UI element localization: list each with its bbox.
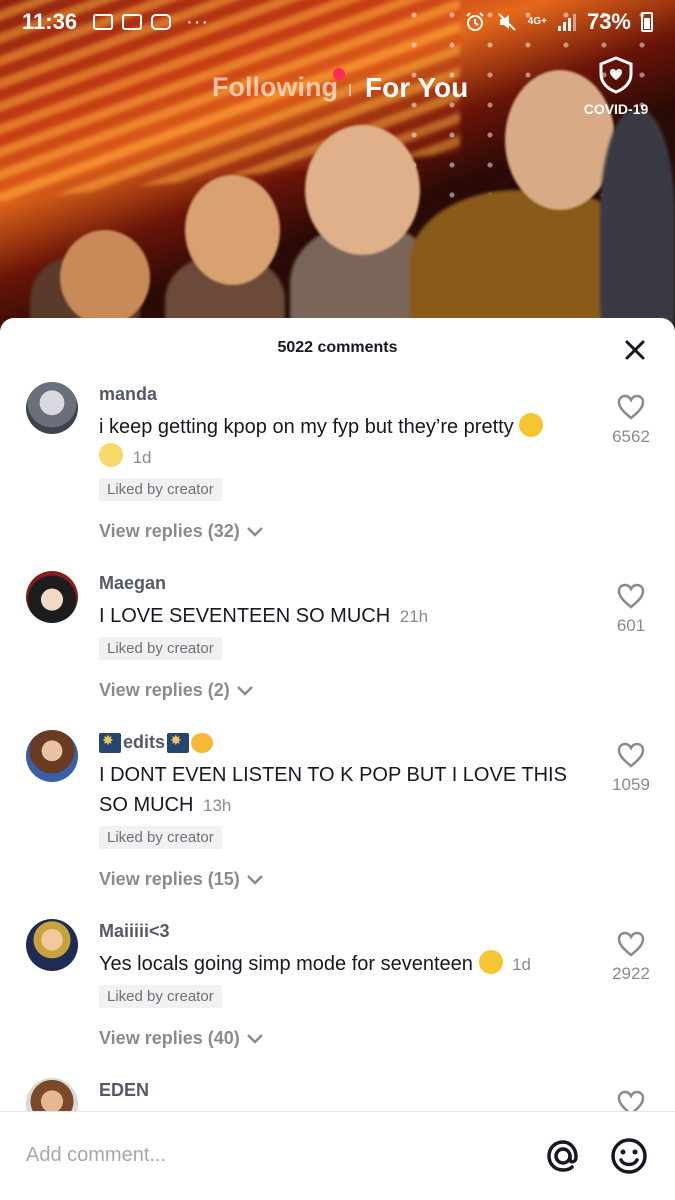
- winking-emoji-icon: [519, 413, 544, 437]
- performer-head: [185, 175, 280, 285]
- comment-body: Yes locals going simp mode for seventeen: [99, 953, 473, 975]
- image-icon: [93, 14, 114, 30]
- comment-body: i keep getting kpop on my fyp but they’r…: [99, 416, 514, 438]
- notification-icons: ···: [93, 11, 209, 34]
- comment-text: I LOVE SEVENTEEN SO MUCH 21h: [99, 601, 589, 632]
- comment-username[interactable]: EDEN: [99, 1080, 149, 1101]
- liked-by-creator-badge: Liked by creator: [99, 478, 222, 501]
- flushed-emoji-icon: [478, 950, 503, 974]
- heart-icon: [617, 394, 645, 420]
- fireworks-emoji-icon: [167, 732, 190, 753]
- comment-time: 1d: [132, 448, 152, 467]
- signal-icon: [557, 14, 576, 31]
- fireworks-emoji-icon: [99, 732, 121, 753]
- comment-username[interactable]: manda: [99, 384, 157, 405]
- comment-text: Yes locals going simp mode for seventeen…: [99, 949, 589, 980]
- at-icon[interactable]: [543, 1136, 583, 1176]
- performer-figure: [600, 110, 675, 340]
- heart-icon: [617, 583, 645, 609]
- performer-head: [60, 230, 150, 325]
- status-time: 11:36: [22, 9, 78, 34]
- comment-username-text: edits: [123, 732, 166, 752]
- avatar[interactable]: [26, 382, 78, 434]
- comment-item: manda i keep getting kpop on my fyp but …: [0, 380, 675, 569]
- comment-item: Maegan I LOVE SEVENTEEN SO MUCH 21h Like…: [0, 569, 675, 728]
- alarm-icon: [466, 12, 484, 31]
- like-count: 6562: [612, 427, 650, 446]
- mute-icon: [498, 13, 516, 31]
- view-replies-label: View replies (32): [99, 521, 240, 541]
- view-replies-label: View replies (40): [99, 1028, 240, 1048]
- comment-username[interactable]: edits: [99, 732, 214, 753]
- view-replies-label: View replies (2): [99, 680, 230, 700]
- chevron-down-icon: [246, 1033, 263, 1044]
- tab-divider: [349, 84, 351, 96]
- feed-nav: Following For You COVID-19: [0, 56, 675, 117]
- like-button[interactable]: 1059: [605, 742, 657, 795]
- comment-username[interactable]: Maiiiii<3: [99, 921, 170, 942]
- battery-percent: 73%: [586, 9, 631, 34]
- shield-icon: [599, 56, 633, 94]
- status-right: 4G+ 73%: [464, 9, 653, 35]
- network-label: 4G+: [527, 16, 547, 27]
- like-button[interactable]: 2922: [605, 931, 657, 984]
- comment-username[interactable]: Maegan: [99, 573, 166, 594]
- chevron-down-icon: [246, 874, 263, 885]
- grinning-emoji-icon: [99, 443, 123, 467]
- heart-eyes-cat-emoji-icon: [191, 732, 214, 753]
- view-replies-button[interactable]: View replies (32): [99, 521, 264, 542]
- comment-input-bar: Add comment...: [0, 1111, 675, 1200]
- like-button[interactable]: 601: [605, 583, 657, 636]
- heart-icon: [617, 931, 645, 957]
- comment-body: I LOVE SEVENTEEN SO MUCH: [99, 605, 391, 627]
- avatar[interactable]: [26, 919, 78, 971]
- emoji-icon[interactable]: [609, 1136, 649, 1176]
- comments-header: 5022 comments: [0, 318, 675, 380]
- view-replies-button[interactable]: View replies (40): [99, 1028, 264, 1049]
- tab-following[interactable]: Following: [212, 72, 338, 103]
- like-button[interactable]: 6562: [605, 394, 657, 447]
- comments-sheet: 5022 comments manda i keep getting kpop …: [0, 318, 675, 1200]
- mail-icon: [122, 14, 143, 30]
- comment-time: 1d: [512, 955, 531, 974]
- avatar[interactable]: [26, 571, 78, 623]
- chevron-down-icon: [246, 526, 263, 537]
- more-notifications-icon: ···: [186, 10, 210, 33]
- view-replies-button[interactable]: View replies (15): [99, 869, 264, 890]
- live-indicator-dot: [333, 68, 345, 80]
- liked-by-creator-badge: Liked by creator: [99, 985, 222, 1008]
- covid-button[interactable]: COVID-19: [580, 56, 652, 117]
- view-replies-button[interactable]: View replies (2): [99, 680, 254, 701]
- like-count: 601: [616, 616, 646, 635]
- like-count: 1059: [612, 775, 650, 794]
- comment-item: edits I DONT EVEN LISTEN TO K POP BUT I …: [0, 728, 675, 917]
- close-icon[interactable]: [623, 338, 647, 362]
- comment-time: 21h: [399, 607, 429, 626]
- liked-by-creator-badge: Liked by creator: [99, 637, 222, 660]
- performer-head: [305, 125, 420, 255]
- comment-text: I DONT EVEN LISTEN TO K POP BUT I LOVE T…: [99, 760, 589, 821]
- comments-count-title: 5022 comments: [277, 339, 398, 356]
- video-background[interactable]: [0, 0, 675, 340]
- app-icon: [151, 14, 172, 30]
- comment-item: Maiiiii<3 Yes locals going simp mode for…: [0, 917, 675, 1076]
- status-bar: 11:36 ··· 4G+ 73%: [0, 0, 675, 44]
- comment-body: I DONT EVEN LISTEN TO K POP BUT I LOVE T…: [99, 764, 567, 816]
- comment-text: i keep getting kpop on my fyp but they’r…: [99, 412, 589, 473]
- add-comment-input[interactable]: Add comment...: [26, 1144, 166, 1167]
- like-count: 2922: [612, 964, 650, 983]
- battery-icon: [641, 12, 653, 32]
- avatar[interactable]: [26, 730, 78, 782]
- covid-label: COVID-19: [583, 101, 649, 117]
- view-replies-label: View replies (15): [99, 869, 240, 889]
- liked-by-creator-badge: Liked by creator: [99, 826, 222, 849]
- tab-for-you[interactable]: For You: [365, 72, 468, 104]
- chevron-down-icon: [236, 685, 253, 696]
- heart-icon: [617, 742, 645, 768]
- comment-time: 13h: [203, 796, 232, 815]
